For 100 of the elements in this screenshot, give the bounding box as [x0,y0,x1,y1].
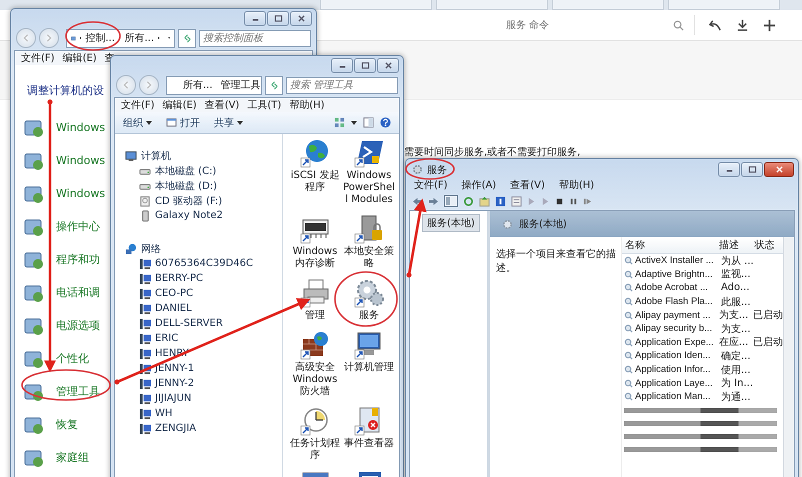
applet-link[interactable]: 电源选项 [56,318,100,333]
shortcut-label[interactable]: Windows PowerShell Modules [343,170,395,206]
forward-button[interactable] [39,28,59,48]
menu-item[interactable]: 查看(V) [204,98,240,112]
toolbar-button[interactable]: 共享 [214,116,243,130]
service-name[interactable]: Alipay security b... [635,323,712,334]
console-tree-icon[interactable] [444,195,458,207]
nav-item[interactable]: DELL-SERVER [155,318,223,329]
nav-item[interactable]: ERIC [155,333,178,344]
back-button[interactable] [116,75,136,95]
nav-item[interactable]: CEO-PC [155,288,194,299]
applet-link[interactable]: 家庭组 [56,450,89,465]
column-header[interactable]: 描述 [716,238,752,252]
maximize-button[interactable] [354,58,376,73]
service-name[interactable]: Adobe Acrobat ... [635,282,708,294]
shortcut-label[interactable]: 服务 [359,310,379,322]
back-button[interactable] [16,28,36,48]
applet-link[interactable]: 电话和调 [56,285,100,300]
applet-link[interactable]: Windows [56,121,106,134]
refresh-button[interactable] [265,76,283,94]
applet-link[interactable]: 操作中心 [56,219,100,234]
nav-item[interactable]: JENNY-2 [155,378,194,389]
plus-icon[interactable] [763,18,776,32]
preview-pane-icon[interactable] [363,117,374,128]
pause-icon[interactable] [569,196,578,206]
undo-arrow-icon[interactable] [709,18,722,32]
close-button[interactable] [290,11,312,26]
service-name[interactable]: Application Infor... [635,364,711,376]
service-name[interactable]: Application Man... [635,391,711,402]
nav-item[interactable]: BERRY-PC [155,273,203,284]
scrollbar[interactable] [783,237,794,477]
shortcut-label[interactable]: 任务计划程序 [289,438,341,462]
export-icon[interactable] [479,196,490,206]
applet-link[interactable]: 程序和功 [56,252,100,267]
menu-item[interactable]: 文件(F) [121,98,155,112]
service-name[interactable]: ActiveX Installer ... [635,255,714,266]
forward-arrow-icon[interactable] [428,196,439,206]
minimize-button[interactable] [718,162,740,177]
applet-link[interactable]: 恢复 [56,417,78,432]
menu-item[interactable]: 操作(A) [462,178,496,192]
nav-item[interactable]: JIJIAJUN [155,393,192,404]
nav-item[interactable]: 计算机 [141,148,171,162]
refresh-button[interactable] [178,28,196,48]
shortcut-label[interactable]: iSCSI 发起程序 [289,170,341,194]
nav-item[interactable]: ZENGJIA [155,423,196,434]
menu-item[interactable]: 文件(F) [21,51,55,65]
help-icon[interactable] [380,117,391,128]
breadcrumb[interactable]: 管理工具 [220,78,261,92]
download-icon[interactable] [736,18,749,32]
column-header[interactable]: 名称 [622,238,716,252]
close-button[interactable] [764,162,794,177]
refresh-icon[interactable] [463,196,474,206]
search-field[interactable]: 服务 命令 [504,18,673,32]
nav-item[interactable]: Galaxy Note2 [155,210,223,221]
nav-item[interactable]: DANIEL [155,303,192,314]
nav-item[interactable]: 本地磁盘 (C:) [155,164,216,178]
shortcut-label[interactable]: 高级安全 Windows 防火墙 [289,362,341,398]
nav-item[interactable]: 网络 [141,242,161,256]
applet-link[interactable]: 个性化 [56,351,89,366]
applet-link[interactable]: Windows [56,154,106,167]
nav-item[interactable]: 本地磁盘 (D:) [155,178,218,192]
breadcrumb[interactable]: 控制... [85,31,115,45]
service-name[interactable]: Adobe Flash Pla... [635,296,713,308]
service-name[interactable]: Application Laye... [635,378,713,389]
menu-item[interactable]: 帮助(H) [558,178,594,192]
restart-icon[interactable] [583,196,592,206]
maximize-button[interactable] [741,162,763,177]
column-header[interactable]: 状态 [752,238,783,252]
shortcut-label[interactable]: 本地安全策略 [343,246,395,270]
applet-link[interactable]: 管理工具 [56,384,100,399]
minimize-button[interactable] [331,58,353,73]
help-icon[interactable] [495,196,506,206]
tree-item[interactable]: 服务(本地) [422,214,480,232]
search-field[interactable]: 搜索控制面板 [199,30,311,46]
properties-icon[interactable] [511,196,522,206]
breadcrumb[interactable]: 所有... [124,31,154,45]
menu-item[interactable]: 帮助(H) [289,98,325,112]
nav-item[interactable]: WH [155,408,172,419]
shortcut-label[interactable]: 管理 [305,310,325,322]
shortcut-label[interactable]: 事件查看器 [344,438,394,450]
nav-item[interactable]: JENNY-1 [155,363,194,374]
nav-item[interactable]: CD 驱动器 (F:) [155,194,222,208]
back-arrow-icon[interactable] [412,196,423,206]
shortcut-label[interactable]: Windows 内存诊断 [289,246,341,270]
search-field[interactable]: 搜索 管理工具 [286,76,398,94]
shortcut-label[interactable]: 计算机管理 [344,362,394,374]
applet-link[interactable]: Windows [56,187,106,200]
nav-item[interactable]: 60765364C39D46C [155,258,254,269]
view-icon[interactable] [334,117,345,128]
toolbar-button[interactable]: 组织 [123,116,152,130]
service-name[interactable]: Adaptive Brightn... [635,268,713,280]
stop-icon[interactable] [555,196,564,206]
service-name[interactable]: Application Iden... [635,350,711,362]
minimize-button[interactable] [244,11,266,26]
service-name[interactable]: Alipay payment ... [635,310,711,321]
menu-item[interactable]: 文件(F) [414,178,448,192]
menu-item[interactable]: 编辑(E) [62,51,97,65]
maximize-button[interactable] [267,11,289,26]
address-bar[interactable]: 所有... 管理工具 [166,76,262,94]
toolbar-button[interactable]: 打开 [166,116,200,130]
